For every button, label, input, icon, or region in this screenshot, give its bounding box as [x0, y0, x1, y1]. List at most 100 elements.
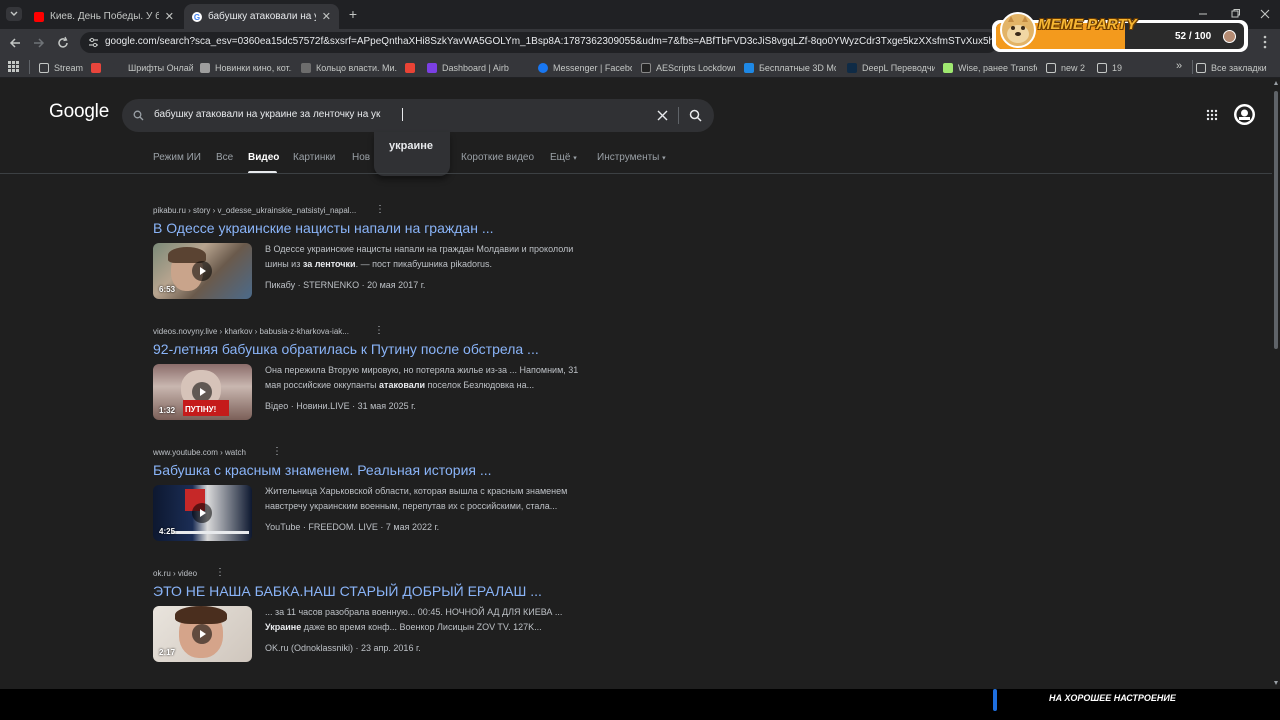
more-options-icon[interactable]: ⋮	[272, 446, 282, 457]
scroll-down-arrow[interactable]	[1274, 681, 1278, 685]
restore-button[interactable]	[1228, 8, 1242, 20]
bookmark-aescripts[interactable]: AEScripts Lockdown...	[641, 61, 735, 74]
video-thumbnail[interactable]: 2:17	[153, 606, 252, 662]
bookmark-movies[interactable]: Новинки кино, кот...	[200, 61, 292, 74]
tab-kiev-victory-day[interactable]: Киев. День Победы. У бабушк ✕	[26, 4, 182, 29]
more-options-icon[interactable]: ⋮	[215, 567, 225, 578]
video-thumbnail[interactable]: 6:53	[153, 243, 252, 299]
result-title[interactable]: ЭТО НЕ НАША БАБКА.НАШ СТАРЫЙ ДОБРЫЙ ЕРАЛ…	[153, 583, 542, 599]
caret-down-icon: ▾	[662, 155, 666, 162]
nav-images[interactable]: Картинки	[293, 152, 335, 163]
bookmark-stream[interactable]: Stream	[39, 61, 84, 74]
chevron-down-icon	[10, 11, 18, 16]
bookmark-live[interactable]	[91, 61, 105, 74]
address-bar[interactable]: google.com/search?sca_esv=0360ea15dc5757…	[80, 32, 998, 53]
search-box[interactable]: бабушку атаковали на украине за ленточку…	[122, 99, 714, 132]
nav-videos[interactable]: Видео	[248, 152, 279, 163]
deepl-icon	[847, 62, 857, 73]
bookmark-19[interactable]: 19	[1097, 61, 1127, 74]
result-source[interactable]: pikabu.ru › story › v_odesse_ukrainskie_…	[153, 206, 356, 215]
suggestion-text: украине	[389, 140, 433, 152]
bookmark-gmail[interactable]	[405, 61, 419, 74]
new-tab-button[interactable]: +	[345, 6, 361, 22]
folder-icon	[1196, 62, 1206, 73]
reload-button[interactable]	[54, 34, 72, 52]
gmail-icon	[405, 62, 415, 73]
search-divider	[678, 107, 679, 124]
bookmark-all-bookmarks[interactable]: Все закладки	[1196, 61, 1274, 74]
account-avatar[interactable]	[1234, 104, 1255, 125]
result-source[interactable]: ok.ru › video	[153, 569, 197, 578]
stream-caption: НА ХОРОШЕЕ НАСТРОЕНИЕ	[1049, 693, 1176, 703]
scrollbar-thumb[interactable]	[1274, 91, 1278, 349]
result-source[interactable]: www.youtube.com › watch	[153, 448, 246, 457]
close-icon[interactable]: ✕	[165, 10, 174, 23]
svg-text:G: G	[194, 13, 200, 22]
bookmark-label: Stream	[54, 62, 84, 73]
link-icon	[301, 62, 311, 73]
minimize-button[interactable]	[1196, 8, 1210, 20]
nav-all[interactable]: Все	[216, 152, 233, 163]
result-snippet: ... за 11 часов разобрала военную... 00:…	[265, 605, 595, 635]
google-icon: G	[192, 11, 202, 22]
more-bookmarks-icon[interactable]: »	[1176, 60, 1182, 72]
bookmark-deepl[interactable]: DeepL Переводчик	[847, 61, 935, 74]
result-title[interactable]: 92-летняя бабушка обратилась к Путину по…	[153, 341, 539, 357]
video-thumbnail[interactable]: 4:25	[153, 485, 252, 541]
bookmarks-divider	[29, 60, 30, 74]
nav-tools[interactable]: Инструменты ▾	[597, 152, 666, 163]
live-icon	[91, 62, 101, 73]
bookmark-3d-models[interactable]: Бесплатные 3D Mo...	[744, 61, 836, 74]
video-thumbnail[interactable]: ПУТІНУ! 1:32	[153, 364, 252, 420]
google-logo[interactable]: Google	[49, 101, 109, 123]
bookmark-messenger[interactable]: Messenger | Facebo...	[538, 61, 632, 74]
browser-menu-button[interactable]	[1259, 34, 1271, 50]
more-options-icon[interactable]: ⋮	[375, 204, 385, 215]
close-window-button[interactable]	[1258, 8, 1272, 20]
nav-more[interactable]: Ещё ▾	[550, 152, 577, 163]
back-button[interactable]	[6, 34, 24, 52]
bookmark-airbit[interactable]: Dashboard | Airbit	[427, 61, 509, 74]
scroll-up-arrow[interactable]	[1274, 81, 1278, 85]
site-settings-icon[interactable]	[88, 37, 99, 48]
nav-short-videos[interactable]: Короткие видео	[461, 152, 534, 163]
clear-icon[interactable]	[657, 110, 668, 121]
forward-button[interactable]	[30, 34, 48, 52]
more-options-icon[interactable]: ⋮	[374, 325, 384, 336]
google-apps-button[interactable]	[1206, 109, 1218, 121]
caret-down-icon: ▾	[573, 155, 577, 162]
snippet-highlight: атаковали	[379, 380, 426, 390]
result-title[interactable]: Бабушка с красным знаменем. Реальная ист…	[153, 462, 492, 478]
meme-party-overlay: MEME PARTY 52 / 100	[992, 12, 1248, 52]
bookmark-label: Бесплатные 3D Mo...	[759, 62, 836, 73]
tab-search-button[interactable]	[6, 7, 22, 21]
accent-bar	[993, 689, 997, 711]
result-title[interactable]: В Одессе украинские нацисты напали на гр…	[153, 220, 494, 236]
bookmark-rings[interactable]: Кольцо власти. Ми...	[301, 61, 397, 74]
video-duration: 1:32	[159, 406, 176, 415]
bookmark-wise[interactable]: Wise, ранее Transfe...	[943, 61, 1037, 74]
bookmark-fonts[interactable]: Шрифты Онлайн	[113, 61, 193, 74]
autocomplete-suggestion[interactable]: украине	[374, 132, 450, 176]
tab-google-search[interactable]: G бабушку атаковали на украине ✕	[184, 4, 339, 29]
result-meta: YouTube · FREEDOM. LIVE · 7 мая 2022 г.	[265, 522, 440, 532]
page-scrollbar[interactable]	[1272, 79, 1280, 689]
result-meta: Пикабу · STERNENKO · 20 мая 2017 г.	[265, 280, 426, 290]
video-duration: 2:17	[159, 648, 176, 657]
facebook-icon	[538, 62, 548, 73]
search-submit-icon[interactable]	[689, 109, 702, 122]
nav-news[interactable]: Нов	[352, 152, 370, 163]
bookmark-label: new 2	[1061, 62, 1086, 73]
close-icon[interactable]: ✕	[322, 10, 331, 23]
youtube-icon	[34, 11, 44, 22]
bookmark-new-2[interactable]: new 2	[1046, 61, 1088, 74]
search-input[interactable]: бабушку атаковали на украине за ленточку…	[154, 109, 380, 120]
apps-grid-icon[interactable]	[8, 61, 19, 72]
3d-icon	[744, 62, 754, 73]
nav-ai-mode[interactable]: Режим ИИ	[153, 152, 201, 163]
google-results-page: Google бабушку атаковали на украине за л…	[0, 79, 1272, 689]
overlay-brand: MEME PARTY	[1038, 16, 1137, 33]
film-icon	[200, 62, 210, 73]
result-source[interactable]: videos.novyny.live › kharkov › babusia-z…	[153, 327, 349, 336]
thumbnail-bar	[171, 531, 249, 534]
